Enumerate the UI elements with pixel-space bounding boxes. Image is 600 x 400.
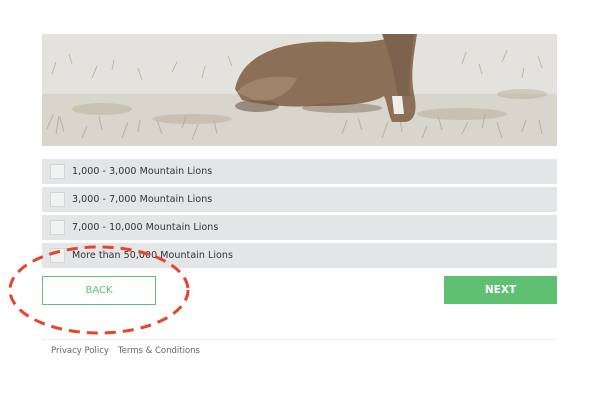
next-button[interactable]: NEXT [444, 276, 557, 304]
footer-divider [42, 339, 557, 340]
checkbox[interactable] [50, 220, 65, 235]
answer-option-label: 7,000 - 10,000 Mountain Lions [72, 222, 219, 233]
mountain-lion-photo [42, 34, 557, 146]
answer-option-4[interactable]: More than 50,000 Mountain Lions [42, 243, 557, 268]
answer-option-label: 1,000 - 3,000 Mountain Lions [72, 166, 213, 177]
answer-option-label: 3,000 - 7,000 Mountain Lions [72, 194, 213, 205]
answer-option-1[interactable]: 1,000 - 3,000 Mountain Lions [42, 159, 557, 184]
back-button[interactable]: BACK [42, 276, 156, 305]
checkbox[interactable] [50, 192, 65, 207]
answer-option-label: More than 50,000 Mountain Lions [72, 250, 233, 261]
footer-links: Privacy Policy Terms & Conditions [51, 346, 200, 356]
terms-link[interactable]: Terms & Conditions [118, 346, 200, 356]
checkbox[interactable] [50, 164, 65, 179]
mountain-lion-illustration [42, 34, 557, 146]
privacy-policy-link[interactable]: Privacy Policy [51, 346, 109, 356]
answer-options: 1,000 - 3,000 Mountain Lions 3,000 - 7,0… [42, 159, 557, 271]
quiz-page: 1,000 - 3,000 Mountain Lions 3,000 - 7,0… [0, 0, 600, 400]
checkbox[interactable] [50, 248, 65, 263]
answer-option-2[interactable]: 3,000 - 7,000 Mountain Lions [42, 187, 557, 212]
answer-option-3[interactable]: 7,000 - 10,000 Mountain Lions [42, 215, 557, 240]
